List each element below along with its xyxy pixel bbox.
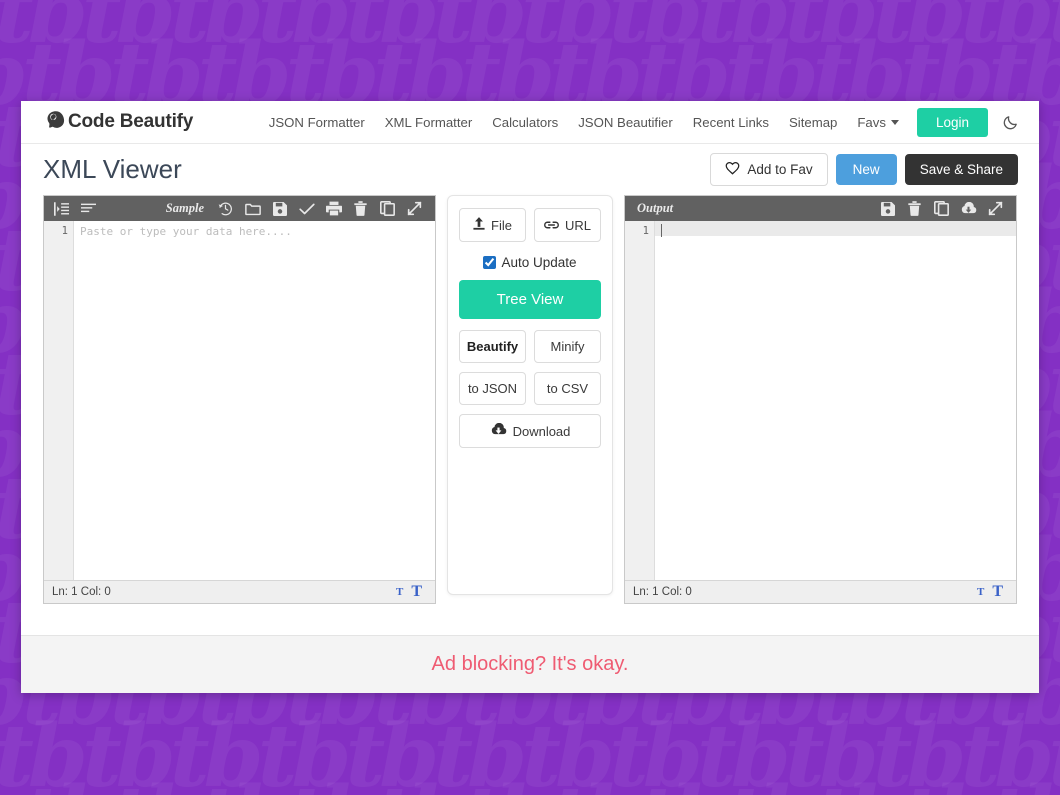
input-textarea[interactable]: Paste or type your data here.... bbox=[74, 221, 435, 580]
brand-name: Code Beautify bbox=[68, 111, 194, 132]
page-title-row: XML Viewer Add to Fav New Save & Share bbox=[21, 144, 1039, 195]
moon-icon[interactable] bbox=[1002, 114, 1019, 131]
sample-button[interactable]: Sample bbox=[158, 201, 212, 216]
beautify-minify-row: Beautify Minify bbox=[459, 330, 601, 363]
cloud-download-icon bbox=[490, 422, 507, 439]
nav-calculators[interactable]: Calculators bbox=[482, 115, 568, 130]
brain-head-logo-icon bbox=[43, 109, 65, 136]
auto-update-toggle[interactable]: Auto Update bbox=[483, 255, 577, 270]
output-cursor-position: Ln: 1 Col: 0 bbox=[633, 586, 692, 598]
nav-links: JSON Formatter XML Formatter Calculators… bbox=[259, 107, 1019, 137]
output-textarea[interactable] bbox=[655, 221, 1016, 580]
page-title: XML Viewer bbox=[43, 154, 182, 184]
cloud-download-icon[interactable] bbox=[955, 196, 982, 221]
upload-file-button[interactable]: File bbox=[459, 208, 526, 242]
folder-open-icon[interactable] bbox=[239, 196, 266, 221]
input-placeholder: Paste or type your data here.... bbox=[80, 225, 292, 238]
input-cursor-position: Ln: 1 Col: 0 bbox=[52, 586, 111, 598]
nav-xml-formatter[interactable]: XML Formatter bbox=[375, 115, 482, 130]
check-icon[interactable] bbox=[293, 196, 320, 221]
save-icon[interactable] bbox=[874, 196, 901, 221]
heart-icon bbox=[725, 161, 740, 178]
input-editor-body[interactable]: 1 Paste or type your data here.... bbox=[44, 221, 435, 580]
output-status-bar: Ln: 1 Col: 0 T T bbox=[625, 580, 1016, 603]
controls-panel: File URL Auto Update Tree View Beautify … bbox=[447, 195, 613, 595]
load-url-label: URL bbox=[564, 217, 591, 233]
app-window: Code Beautify JSON Formatter XML Formatt… bbox=[21, 101, 1039, 693]
print-icon[interactable] bbox=[320, 196, 347, 221]
new-button[interactable]: New bbox=[835, 154, 897, 185]
title-actions: Add to Fav New Save & Share bbox=[710, 153, 1018, 186]
login-button[interactable]: Login bbox=[916, 107, 988, 137]
save-icon[interactable] bbox=[266, 196, 293, 221]
output-editor-body[interactable]: 1 bbox=[625, 221, 1016, 580]
add-to-fav-label: Add to Fav bbox=[747, 162, 813, 177]
trash-icon[interactable] bbox=[901, 196, 928, 221]
source-buttons-row: File URL bbox=[459, 208, 601, 242]
active-line-highlight bbox=[655, 221, 1016, 236]
expand-icon[interactable] bbox=[401, 196, 428, 221]
download-button[interactable]: Download bbox=[459, 414, 601, 448]
ad-block-message: Ad blocking? It's okay. bbox=[431, 653, 629, 675]
input-gutter: 1 bbox=[44, 221, 74, 580]
output-title: Output bbox=[637, 201, 674, 215]
output-editor-toolbar: Output bbox=[625, 196, 1016, 221]
auto-update-label: Auto Update bbox=[501, 255, 577, 270]
to-csv-button[interactable]: to CSV bbox=[534, 372, 601, 405]
decrease-font-size-button[interactable]: T bbox=[973, 586, 988, 598]
trash-icon[interactable] bbox=[347, 196, 374, 221]
output-editor-panel: Output 1 Ln: 1 Col: 0 T T bbox=[624, 195, 1017, 604]
decrease-font-size-button[interactable]: T bbox=[392, 586, 407, 598]
output-gutter: 1 bbox=[625, 221, 655, 580]
convert-row: to JSON to CSV bbox=[459, 372, 601, 405]
auto-update-checkbox[interactable] bbox=[483, 256, 497, 269]
link-icon bbox=[544, 218, 559, 233]
increase-font-size-button[interactable]: T bbox=[407, 583, 426, 601]
nav-favs-dropdown[interactable]: Favs bbox=[847, 115, 909, 130]
input-editor-panel: Sample 1 Paste or type your data here...… bbox=[43, 195, 436, 604]
chevron-down-icon bbox=[890, 119, 899, 125]
line-number: 1 bbox=[61, 225, 68, 237]
input-status-bar: Ln: 1 Col: 0 T T bbox=[44, 580, 435, 603]
nav-json-beautifier[interactable]: JSON Beautifier bbox=[568, 115, 683, 130]
upload-file-label: File bbox=[491, 217, 512, 233]
input-editor-toolbar: Sample bbox=[44, 196, 435, 221]
download-label: Download bbox=[512, 423, 571, 439]
nav-json-formatter[interactable]: JSON Formatter bbox=[259, 115, 375, 130]
line-number: 1 bbox=[642, 225, 649, 237]
load-url-button[interactable]: URL bbox=[534, 208, 601, 242]
main-content: Sample 1 Paste or type your data here...… bbox=[21, 195, 1039, 604]
save-and-share-button[interactable]: Save & Share bbox=[904, 154, 1018, 185]
brand-logo[interactable]: Code Beautify bbox=[43, 109, 193, 136]
beautify-button[interactable]: Beautify bbox=[459, 330, 526, 363]
align-left-icon[interactable] bbox=[75, 196, 102, 221]
indent-icon[interactable] bbox=[48, 196, 75, 221]
nav-sitemap[interactable]: Sitemap bbox=[779, 115, 847, 130]
copy-icon[interactable] bbox=[928, 196, 955, 221]
nav-recent-links[interactable]: Recent Links bbox=[683, 115, 779, 130]
text-caret bbox=[661, 224, 662, 237]
top-navigation-bar: Code Beautify JSON Formatter XML Formatt… bbox=[21, 101, 1039, 144]
increase-font-size-button[interactable]: T bbox=[988, 583, 1007, 601]
history-icon[interactable] bbox=[212, 196, 239, 221]
upload-icon bbox=[473, 217, 485, 233]
tree-view-button[interactable]: Tree View bbox=[459, 280, 601, 319]
expand-icon[interactable] bbox=[982, 196, 1009, 221]
footer-bar: Ad blocking? It's okay. bbox=[21, 635, 1039, 693]
to-json-button[interactable]: to JSON bbox=[459, 372, 526, 405]
add-to-fav-button[interactable]: Add to Fav bbox=[710, 153, 828, 186]
copy-icon[interactable] bbox=[374, 196, 401, 221]
nav-favs-label: Favs bbox=[857, 114, 886, 130]
background-watermark-row: btbtbtbtbtbtbtbtbtbtbtbtbtbtbtbtbt bbox=[0, 776, 1060, 795]
minify-button[interactable]: Minify bbox=[534, 330, 601, 363]
